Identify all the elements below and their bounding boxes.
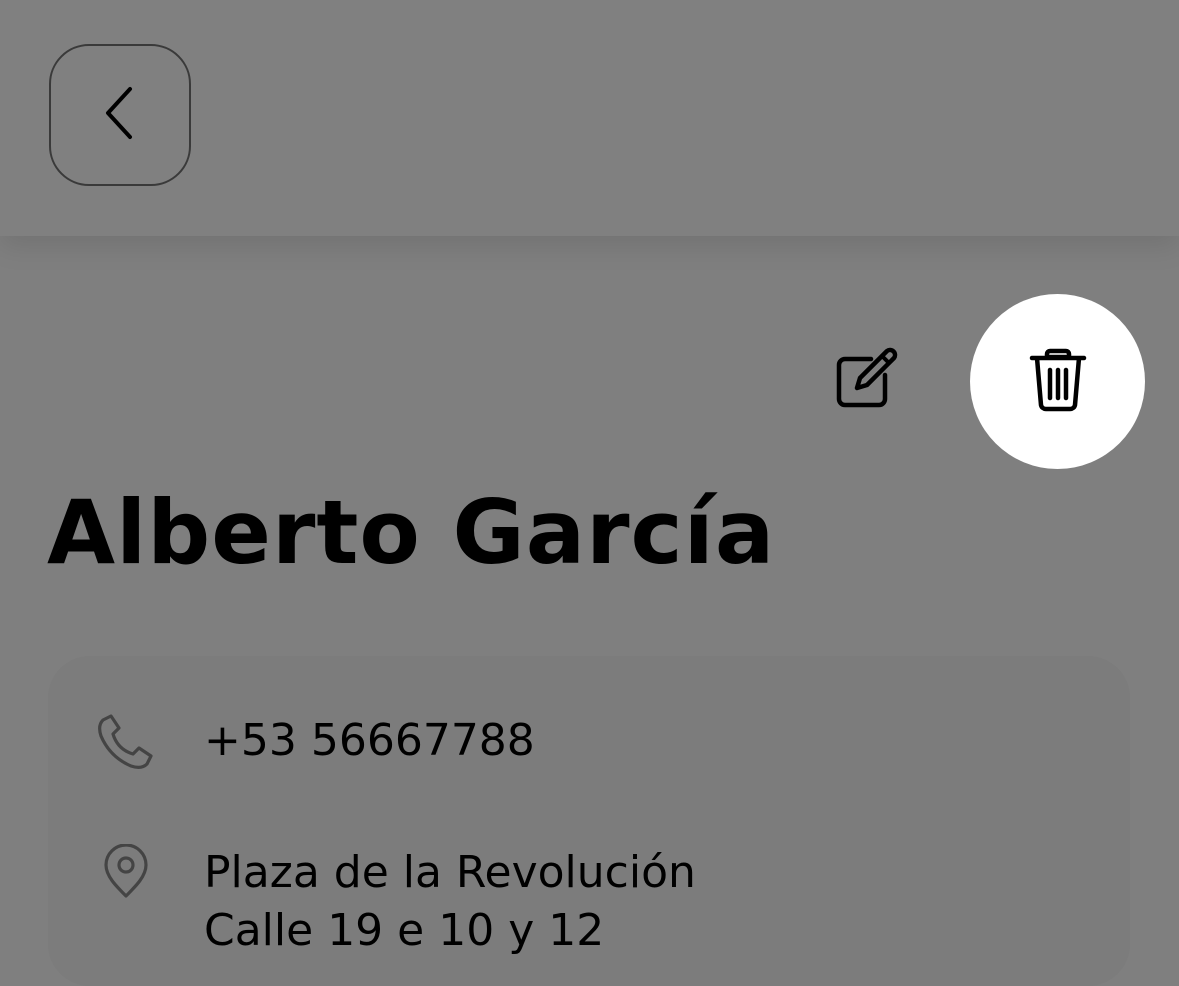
phone-icon (96, 712, 156, 770)
trash-icon (1028, 345, 1088, 419)
chevron-left-icon (100, 83, 140, 147)
edit-button[interactable] (818, 330, 918, 430)
pencil-square-icon (835, 345, 901, 415)
contact-name: Alberto García (47, 481, 776, 584)
top-app-bar (0, 0, 1179, 236)
address-line-1: Plaza de la Revolución (204, 847, 696, 898)
address-row[interactable]: Plaza de la Revolución Calle 19 e 10 y 1… (48, 844, 696, 960)
phone-row[interactable]: +53 56667788 (48, 712, 535, 770)
contact-info-card: +53 56667788 Plaza de la Revolución Call… (48, 656, 1130, 986)
address-line-2: Calle 19 e 10 y 12 (204, 905, 605, 956)
back-button[interactable] (49, 44, 191, 186)
address-text: Plaza de la Revolución Calle 19 e 10 y 1… (204, 844, 696, 960)
delete-button[interactable] (970, 294, 1145, 469)
phone-number: +53 56667788 (204, 715, 535, 766)
map-pin-icon (96, 844, 156, 900)
